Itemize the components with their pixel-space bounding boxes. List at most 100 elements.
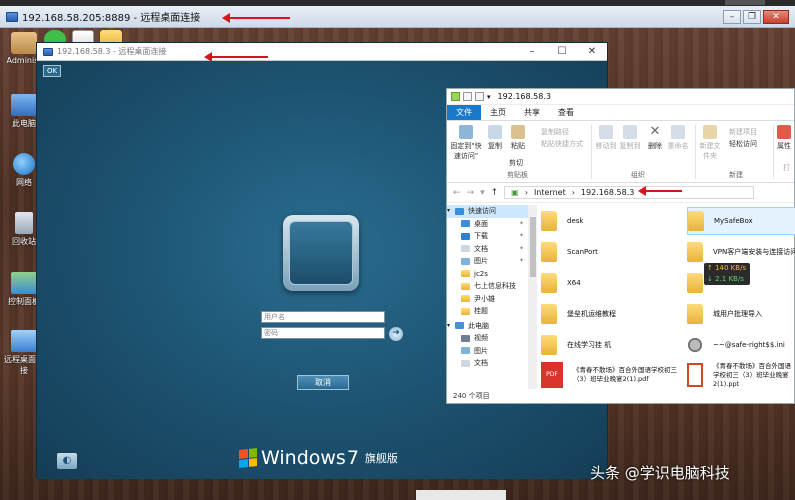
restore-button[interactable]: ❐: [743, 10, 761, 24]
host-taskbar-fragment: [416, 490, 506, 500]
nav-item[interactable]: 尹小雄: [447, 293, 528, 306]
cancel-button[interactable]: 取消: [297, 375, 349, 390]
minimize-button[interactable]: –: [723, 10, 741, 24]
cut-button[interactable]: 剪切: [509, 158, 523, 168]
up-icon[interactable]: ↑: [491, 188, 499, 198]
folder-icon: [461, 295, 470, 303]
list-item[interactable]: 《青春不散场》百合外国语学校初三（3）班毕业晚宴2(1).ppt: [687, 361, 795, 389]
minimize-button[interactable]: –: [517, 43, 547, 60]
submit-arrow-icon[interactable]: ➜: [389, 327, 403, 341]
folder-icon: [688, 211, 704, 231]
tab-share[interactable]: 共享: [515, 105, 549, 120]
list-item[interactable]: PDF 《青春不散场》百合外国语学校初三（3）班毕业晚宴2(1).pdf: [541, 361, 679, 389]
ok-button[interactable]: OK: [43, 65, 61, 77]
list-item[interactable]: desk: [541, 207, 671, 235]
copy-to-button[interactable]: 复制到: [619, 125, 641, 151]
outer-rdp-titlebar[interactable]: 192.168.58.205:8889 - 远程桌面连接 – ❐ ✕: [0, 6, 795, 28]
nav-item[interactable]: 桌面 ✦: [447, 218, 528, 231]
username-input[interactable]: 用户名: [261, 311, 385, 323]
quick-access-toolbar-icon[interactable]: [451, 92, 460, 101]
ribbon-home: 固定到"快速访问" 复制 粘贴 剪切 复制路径 粘贴快捷方式 剪贴板 移动到 复…: [447, 121, 794, 183]
properties-button[interactable]: 属性: [775, 125, 793, 151]
network-location-icon: ▣: [511, 188, 519, 197]
folder-icon: [687, 304, 703, 324]
group-clipboard-label: 剪贴板: [507, 171, 528, 179]
properties-qa-icon[interactable]: [463, 92, 472, 101]
video-icon: [461, 334, 470, 342]
nav-item[interactable]: 文档 ✦: [447, 243, 528, 256]
nav-item[interactable]: ▾ 此电脑: [447, 320, 528, 333]
explorer-titlebar[interactable]: ▾ 192.168.58.3: [447, 89, 794, 105]
rdp-window-icon: [43, 47, 53, 56]
maximize-button[interactable]: ☐: [547, 43, 577, 60]
tab-home[interactable]: 主页: [481, 105, 515, 120]
group-new-label: 新建: [729, 171, 743, 179]
computer-icon: [455, 322, 464, 330]
pin-icon: ✦: [518, 232, 524, 239]
nav-item[interactable]: 视频: [447, 332, 528, 345]
easy-access-button[interactable]: 轻松访问: [729, 139, 757, 149]
copy-button[interactable]: 复制: [485, 125, 505, 151]
list-item[interactable]: ScanPort: [541, 238, 671, 266]
close-button[interactable]: ✕: [577, 43, 607, 60]
tab-file[interactable]: 文件: [447, 105, 481, 120]
folder-icon: [541, 335, 557, 355]
password-input[interactable]: 密码: [261, 327, 385, 339]
qa-dropdown-icon[interactable]: ▾: [487, 93, 491, 101]
forward-icon[interactable]: →: [467, 188, 475, 198]
open-button[interactable]: 打: [783, 163, 790, 173]
pin-icon: [459, 125, 473, 139]
document-icon: [461, 359, 470, 367]
nav-item[interactable]: jc2s: [447, 268, 528, 281]
annotation-arrow-inner: [204, 52, 268, 62]
remote-desktop-icon: [11, 330, 37, 352]
close-button[interactable]: ✕: [763, 10, 789, 24]
group-organize-label: 组织: [631, 171, 645, 179]
list-item[interactable]: MySafeBox: [687, 207, 795, 235]
pin-quick-access-button[interactable]: 固定到"快速访问": [449, 125, 483, 161]
ppt-file-icon: [687, 363, 703, 387]
list-item[interactable]: X64: [541, 269, 671, 297]
outer-window-title: 192.168.58.205:8889 - 远程桌面连接: [22, 13, 201, 24]
download-speed: ↓ 2.1 KB/s: [707, 275, 744, 283]
nav-item[interactable]: 下载 ✦: [447, 230, 528, 243]
nav-item[interactable]: 文档: [447, 357, 528, 370]
move-to-button[interactable]: 移动到: [595, 125, 617, 151]
recent-dropdown-icon[interactable]: ▾: [480, 188, 485, 198]
nav-item[interactable]: 图片: [447, 345, 528, 358]
list-item[interactable]: 在线学习挂 机: [541, 331, 671, 359]
paste-button[interactable]: 粘贴: [507, 125, 529, 151]
address-part-ip[interactable]: 192.168.58.3: [581, 188, 634, 197]
folder-icon: [687, 273, 703, 293]
nav-item[interactable]: 桂题: [447, 305, 528, 318]
nav-item[interactable]: 图片 ✦: [447, 255, 528, 268]
brand-version: 7: [346, 447, 359, 469]
nav-item[interactable]: 七上信息科技: [447, 280, 528, 293]
address-part-internet[interactable]: Internet: [534, 188, 566, 197]
tab-view[interactable]: 查看: [549, 105, 583, 120]
move-to-icon: [599, 125, 613, 139]
nav-scrollbar[interactable]: [529, 205, 537, 389]
picture-icon: [461, 257, 470, 265]
address-path[interactable]: ▣ › Internet › 192.168.58.3: [504, 186, 755, 199]
new-folder-qa-icon[interactable]: [475, 92, 484, 101]
list-item[interactable]: ~~@safe-right$$.ini: [687, 331, 795, 359]
new-folder-button[interactable]: 新建文件夹: [697, 125, 723, 161]
delete-button[interactable]: ✕ 删除: [645, 125, 665, 151]
copy-path-button[interactable]: 复制路径: [541, 127, 569, 137]
new-item-button[interactable]: 新建项目: [729, 127, 757, 137]
file-list: desk ScanPort X64 堡垒机运维教程 在线学习挂 机 PDF 《青春…: [541, 205, 795, 389]
list-item[interactable]: 城用户批理导入: [687, 300, 795, 328]
explorer-title: 192.168.58.3: [497, 92, 551, 101]
rename-button[interactable]: 重命名: [667, 125, 689, 151]
inner-rdp-titlebar[interactable]: 192.168.58.3 - 远程桌面连接 – ☐ ✕: [37, 43, 607, 61]
ease-of-access-icon[interactable]: ◐: [57, 453, 77, 469]
rename-icon: [671, 125, 685, 139]
upload-speed: ↑ 140 KB/s: [707, 264, 747, 272]
list-item[interactable]: 堡垒机运维教程: [541, 300, 671, 328]
paste-shortcut-button[interactable]: 粘贴快捷方式: [541, 139, 583, 149]
back-icon[interactable]: ←: [453, 188, 461, 198]
list-item[interactable]: VPN客户端安装与连接访问: [687, 238, 795, 266]
nav-item[interactable]: ▾ 快速访问: [447, 205, 528, 218]
user-avatar-frame: [283, 215, 359, 291]
